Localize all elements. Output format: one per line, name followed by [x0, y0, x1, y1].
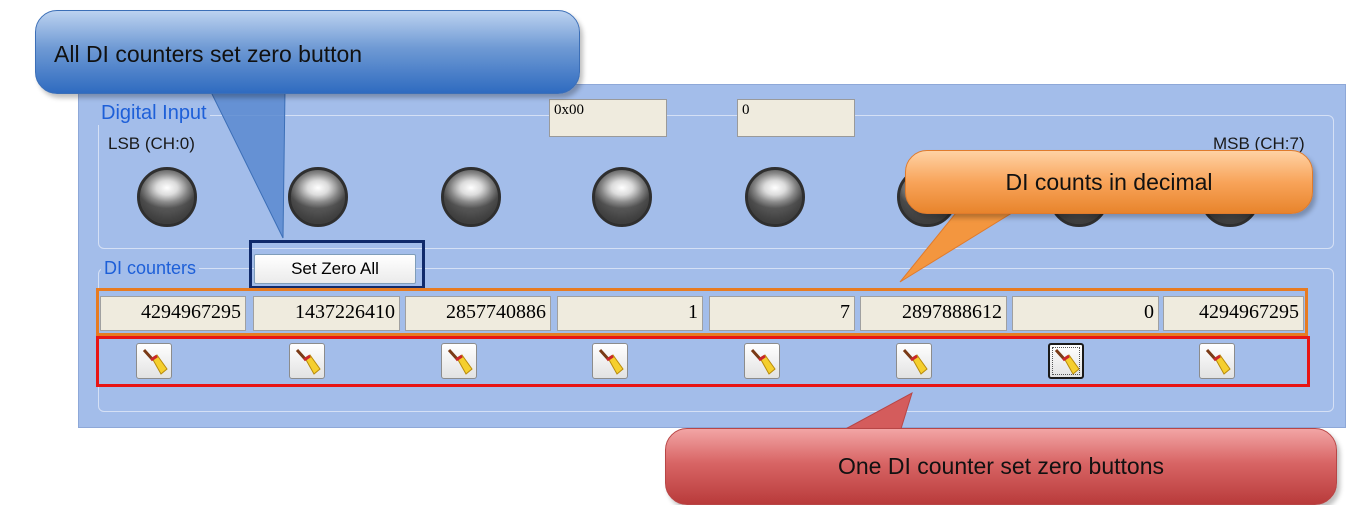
red-callout-pointer	[839, 391, 913, 433]
blue-callout-pointer	[209, 89, 286, 239]
orange-callout-pointer	[899, 207, 1022, 283]
callout-set-zero-each: One DI counter set zero buttons	[665, 428, 1337, 505]
callout-counts-decimal: DI counts in decimal	[905, 150, 1313, 214]
callout-set-zero-all: All DI counters set zero button	[35, 10, 580, 94]
